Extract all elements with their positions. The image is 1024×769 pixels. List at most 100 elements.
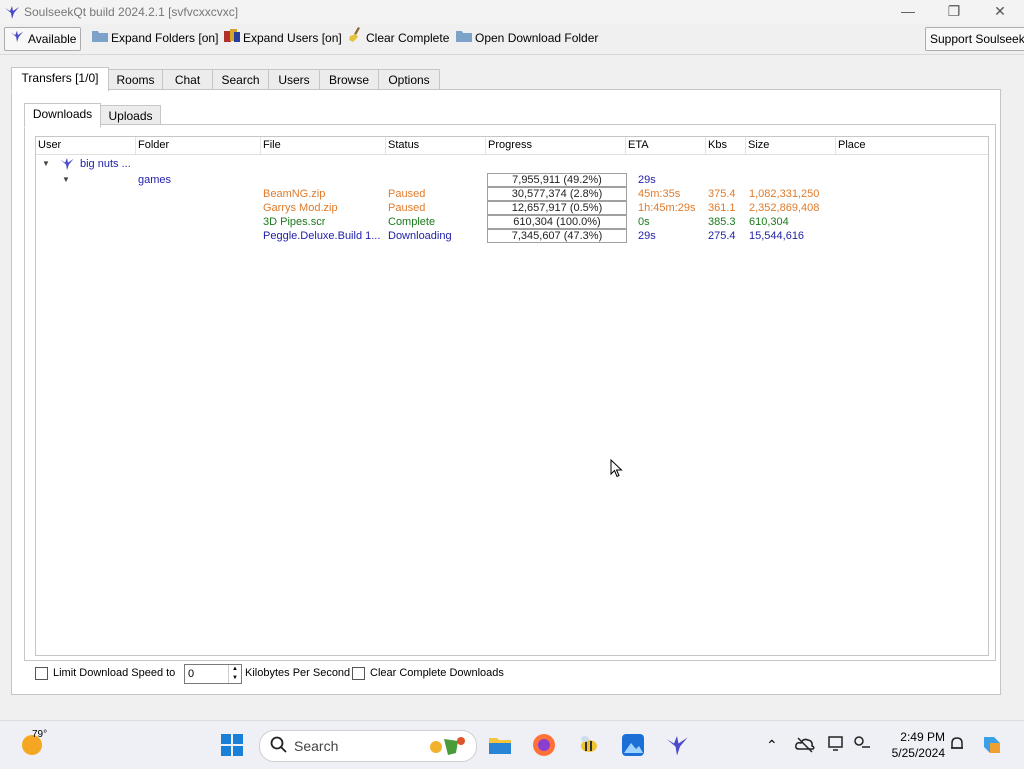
tab-options[interactable]: Options: [378, 69, 440, 91]
file-progress-bar: 7,345,607 (47.3%): [487, 229, 627, 243]
toolbar-separator: [0, 54, 1024, 55]
spin-arrows-icon[interactable]: ▲ ▼: [228, 665, 241, 683]
file-eta: 1h:45m:29s: [638, 202, 696, 214]
clear-complete-downloads-checkbox[interactable]: [352, 667, 365, 680]
column-header-folder[interactable]: Folder: [136, 137, 261, 154]
file-name: Garrys Mod.zip: [263, 202, 338, 214]
file-kbs: 275.4: [708, 230, 736, 242]
file-name: BeamNG.zip: [263, 188, 326, 200]
expand-arrow-icon[interactable]: ▼: [42, 157, 50, 171]
window-title: SoulseekQt build 2024.2.1 [svfvcxxcvxc]: [24, 5, 239, 19]
clear-complete-label: Clear Complete: [366, 31, 450, 45]
notification-bell-icon[interactable]: [948, 735, 972, 759]
clear-complete-downloads-label: Clear Complete Downloads: [370, 667, 504, 679]
soulseek-taskbar-icon[interactable]: [665, 733, 689, 757]
column-header-kbs[interactable]: Kbs: [706, 137, 746, 154]
clear-complete-button[interactable]: Clear Complete: [349, 27, 449, 49]
file-eta: 29s: [638, 230, 656, 242]
file-row[interactable]: 3D Pipes.scr Complete 0s 385.3 610,304 610,30…: [36, 215, 988, 229]
folder-icon: [456, 27, 472, 49]
file-size: 610,304: [749, 216, 789, 228]
file-size: 15,544,616: [749, 230, 805, 242]
tab-search[interactable]: Search: [212, 69, 269, 91]
folder-row[interactable]: ▼ games 7,955,911 (49.2%) 29s: [36, 173, 988, 187]
copilot-icon[interactable]: [980, 733, 1004, 757]
speed-limit-value: 0: [188, 668, 195, 680]
table-header: User Folder File Status Progress ETA Kbs…: [36, 137, 988, 155]
support-soulseek-label: Support Soulseek!: [930, 32, 1024, 46]
expand-users-button[interactable]: Expand Users [on]: [224, 27, 342, 49]
column-header-eta[interactable]: ETA: [626, 137, 706, 154]
file-row[interactable]: Peggle.Deluxe.Build 1... Downloading 29s 27…: [36, 229, 988, 243]
open-download-folder-button[interactable]: Open Download Folder: [456, 27, 598, 49]
broom-icon: [349, 27, 363, 49]
folder-progress-bar: 7,955,911 (49.2%): [487, 173, 627, 187]
bee-app-icon[interactable]: [577, 733, 601, 757]
file-eta: 0s: [638, 216, 650, 228]
tab-downloads[interactable]: Downloads: [24, 103, 101, 128]
file-eta: 45m:35s: [638, 188, 681, 200]
file-progress-bar: 12,657,917 (0.5%): [487, 201, 627, 215]
network-sound-icon[interactable]: [853, 735, 877, 759]
file-progress-bar: 610,304 (100.0%): [487, 215, 627, 229]
file-status: Downloading: [388, 230, 452, 242]
file-name: Peggle.Deluxe.Build 1...: [263, 230, 381, 242]
minimize-button[interactable]: —: [885, 0, 931, 24]
expand-arrow-icon[interactable]: ▼: [62, 173, 70, 187]
folder-icon: [92, 27, 108, 49]
limit-speed-label: Limit Download Speed to: [53, 667, 176, 679]
chevron-up-icon[interactable]: ⌃: [766, 737, 778, 754]
clock-date: 5/25/2024: [891, 746, 945, 760]
firefox-icon[interactable]: [532, 733, 556, 757]
system-clock[interactable]: 2:49 PM 5/25/2024: [875, 729, 945, 761]
weather-temperature: 79°: [32, 729, 48, 740]
photos-icon[interactable]: [621, 733, 645, 757]
tab-transfers[interactable]: Transfers [1/0]: [11, 67, 109, 92]
limit-speed-checkbox[interactable]: [35, 667, 48, 680]
expand-folders-button[interactable]: Expand Folders [on]: [92, 27, 218, 49]
tab-chat[interactable]: Chat: [162, 69, 213, 91]
search-icon: [270, 736, 288, 757]
close-button[interactable]: ✕: [977, 0, 1023, 24]
tab-browse[interactable]: Browse: [319, 69, 379, 91]
file-progress-bar: 30,577,374 (2.8%): [487, 187, 627, 201]
taskbar-search-box[interactable]: Search: [259, 730, 477, 762]
toolbar: Available Expand Folders [on] Expand Use…: [0, 26, 1024, 54]
search-placeholder: Search: [294, 738, 339, 754]
file-kbs: 385.3: [708, 216, 736, 228]
open-download-folder-label: Open Download Folder: [475, 31, 599, 45]
windows-start-icon[interactable]: [220, 733, 244, 757]
column-header-size[interactable]: Size: [746, 137, 836, 154]
title-bar: SoulseekQt build 2024.2.1 [svfvcxxcvxc] …: [0, 0, 1024, 24]
user-name: big nuts ...: [80, 158, 131, 170]
tab-users[interactable]: Users: [268, 69, 320, 91]
column-header-user[interactable]: User: [36, 137, 136, 154]
column-header-progress[interactable]: Progress: [486, 137, 626, 154]
file-kbs: 375.4: [708, 188, 736, 200]
expand-folders-label: Expand Folders [on]: [111, 31, 219, 45]
speed-limit-spinbox[interactable]: 0 ▲ ▼: [184, 664, 242, 684]
onedrive-offline-icon[interactable]: [795, 735, 819, 759]
column-header-place[interactable]: Place: [836, 137, 988, 154]
downloads-table[interactable]: User Folder File Status Progress ETA Kbs…: [35, 136, 989, 656]
display-icon[interactable]: [828, 735, 852, 759]
file-row[interactable]: BeamNG.zip Paused 45m:35s 375.4 1,082,331,25…: [36, 187, 988, 201]
clock-time: 2:49 PM: [900, 730, 945, 744]
folder-eta: 29s: [638, 174, 656, 186]
file-explorer-icon[interactable]: [488, 733, 512, 757]
tab-rooms[interactable]: Rooms: [108, 69, 163, 91]
file-kbs: 361.1: [708, 202, 736, 214]
mouse-cursor-icon: [610, 458, 623, 481]
file-row[interactable]: Garrys Mod.zip Paused 1h:45m:29s 361.1 2,352…: [36, 201, 988, 215]
file-size: 2,352,869,408: [749, 202, 820, 214]
available-button[interactable]: Available: [4, 27, 82, 51]
support-soulseek-button[interactable]: Support Soulseek!: [925, 27, 1024, 51]
expand-users-label: Expand Users [on]: [243, 31, 342, 45]
column-header-file[interactable]: File: [261, 137, 386, 154]
restore-button[interactable]: ❐: [931, 0, 977, 24]
user-row[interactable]: ▼ big nuts ...: [36, 157, 988, 171]
column-header-status[interactable]: Status: [386, 137, 486, 154]
soulseek-bird-icon: [4, 4, 20, 23]
soulseek-bird-icon: [9, 28, 25, 50]
file-status: Paused: [388, 188, 426, 200]
